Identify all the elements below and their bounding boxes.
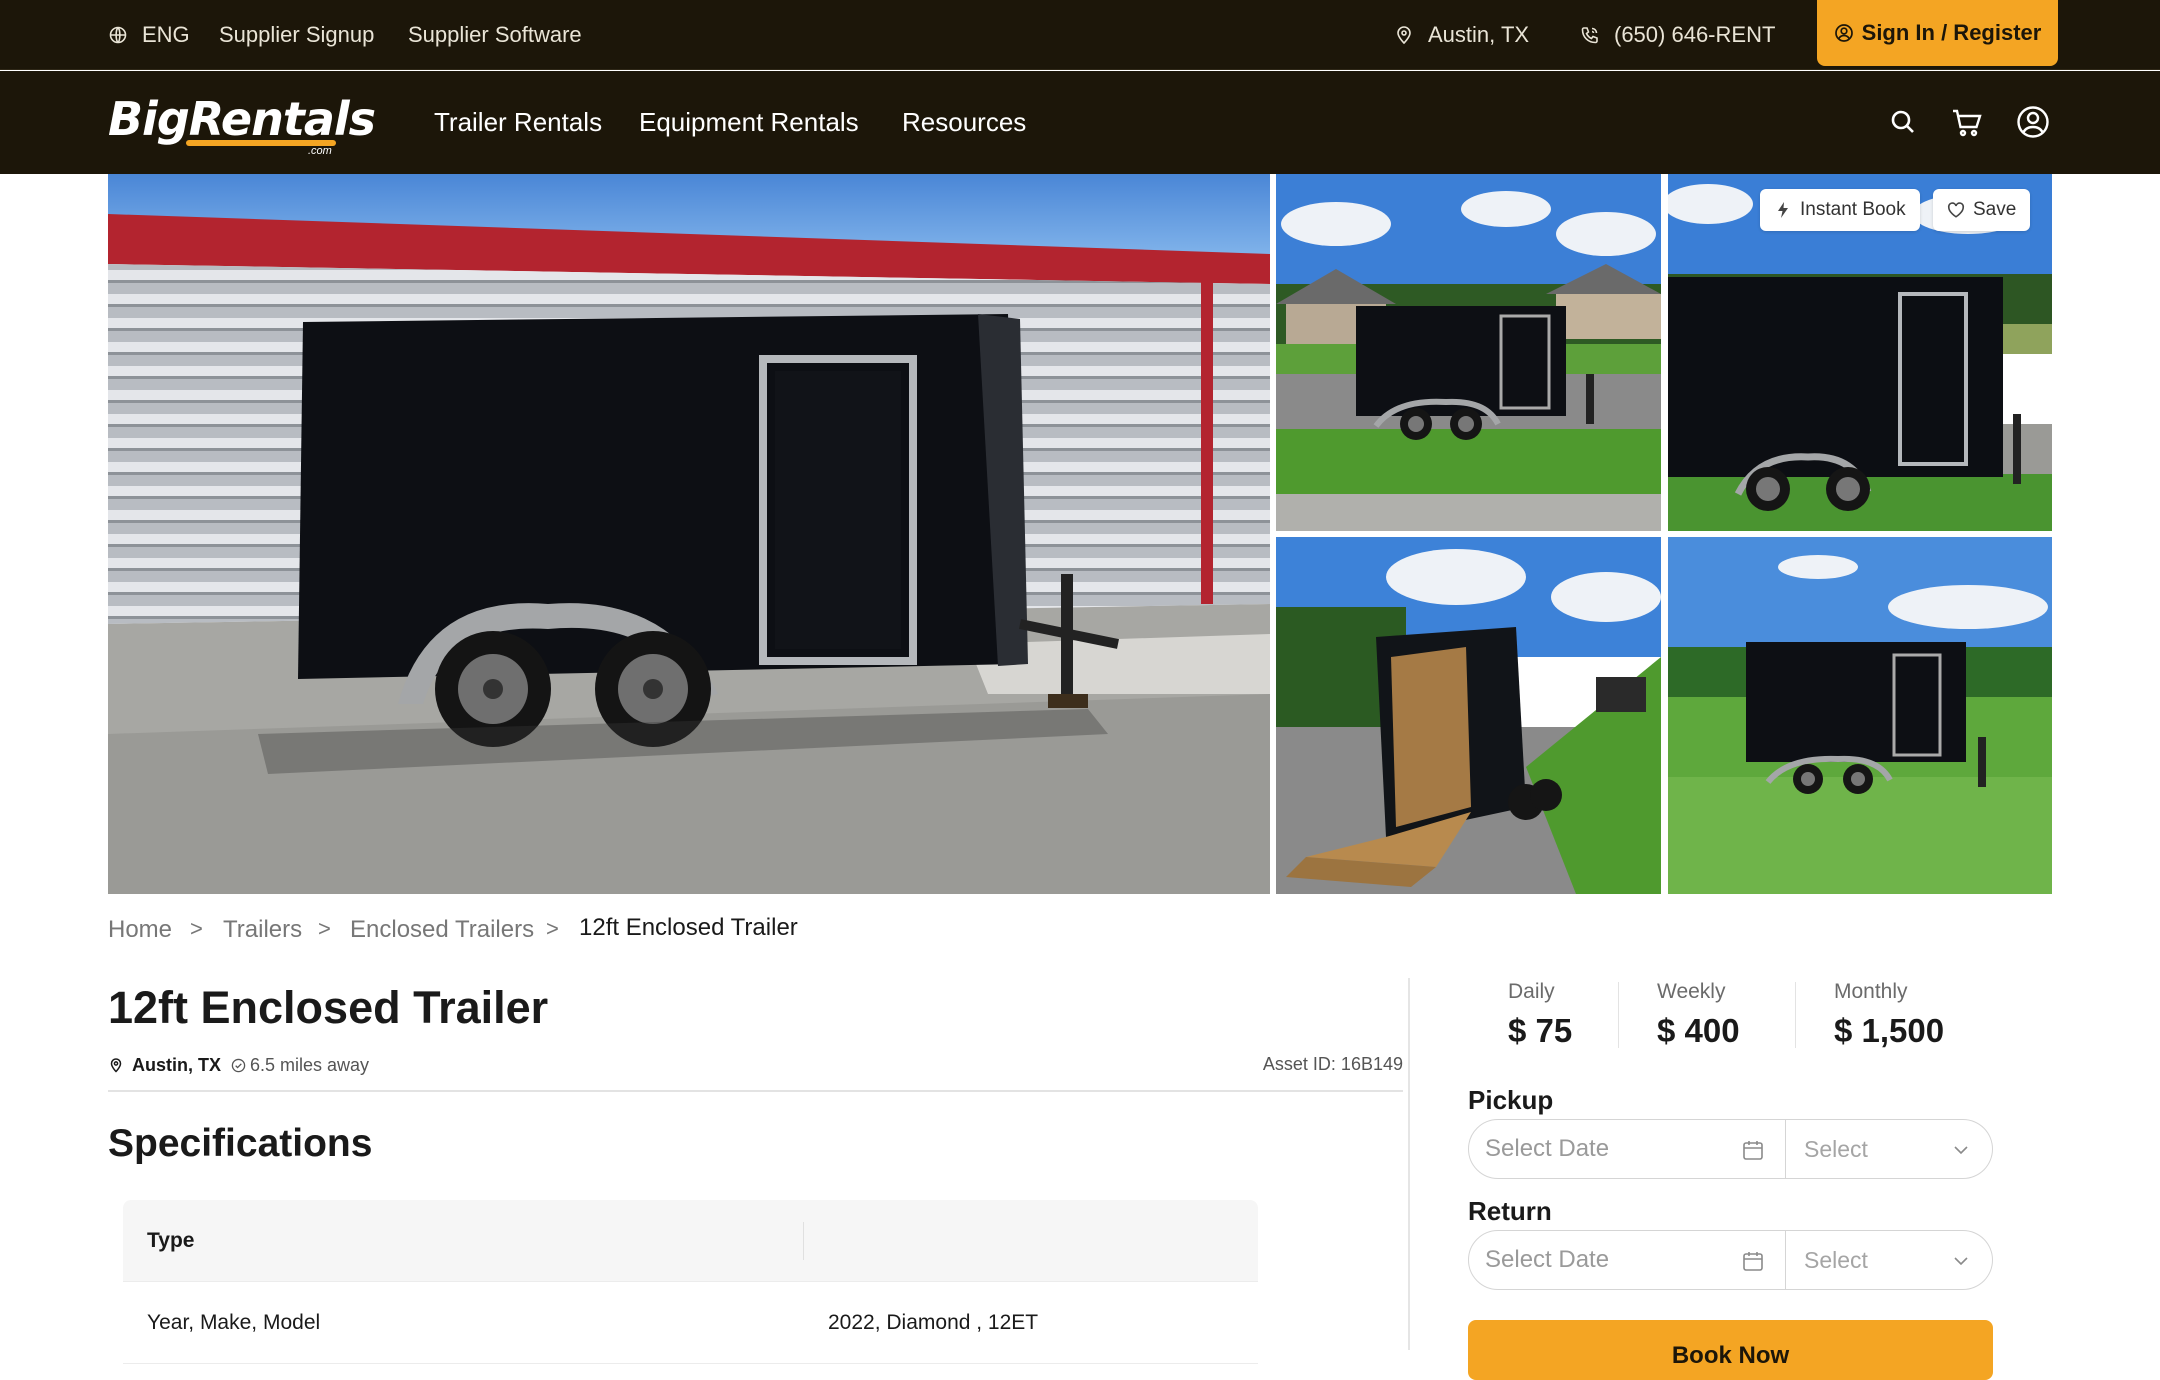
- breadcrumb-current: 12ft Enclosed Trailer: [579, 914, 798, 941]
- asset-id: Asset ID: 16B149: [1262, 1054, 1403, 1074]
- language-selector[interactable]: ENG: [108, 0, 190, 70]
- price-daily: Daily $ 75: [1508, 980, 1572, 1050]
- pickup-time-placeholder: Select: [1804, 1135, 1868, 1162]
- location-label: Austin, TX: [1428, 22, 1530, 47]
- listing-city: Austin, TX: [132, 1054, 221, 1075]
- distance-label: 6.5 miles away: [250, 1054, 370, 1075]
- heart-icon: [1947, 202, 1965, 218]
- supplier-signup-link[interactable]: Supplier Signup: [219, 0, 374, 70]
- price-weekly-label: Weekly: [1657, 980, 1726, 1003]
- nav-trailer-rentals[interactable]: Trailer Rentals: [434, 71, 602, 174]
- breadcrumb-enclosed-trailers[interactable]: Enclosed Trailers: [350, 916, 534, 944]
- account-icon[interactable]: [2016, 105, 2050, 139]
- nav-resources[interactable]: Resources: [902, 71, 1026, 174]
- map-pin-icon: [1397, 26, 1411, 45]
- phone-link[interactable]: (650) 646-RENT: [1580, 0, 1775, 70]
- calendar-icon: [1743, 1141, 1763, 1160]
- save-label: Save: [1973, 199, 2017, 220]
- price-divider: [1618, 982, 1619, 1048]
- search-icon[interactable]: [1888, 105, 1918, 139]
- logo-wordmark: BigRentals: [108, 92, 376, 146]
- price-monthly-value: $ 1,500: [1834, 1012, 1945, 1049]
- logo-suffix: .com: [308, 145, 332, 157]
- nav-equipment-rentals[interactable]: Equipment Rentals: [639, 71, 859, 174]
- gallery-main-photo[interactable]: [108, 174, 1270, 894]
- return-time-placeholder: Select: [1804, 1246, 1868, 1273]
- spec-value: 2022, Diamond , 12ET: [828, 1311, 1039, 1334]
- phone-label: (650) 646-RENT: [1614, 22, 1776, 47]
- return-date-placeholder: Select Date: [1485, 1246, 1610, 1273]
- pickup-date-field[interactable]: Select Date: [1468, 1119, 1786, 1179]
- main-nav: BigRentals .com Trailer Rentals Equipmen…: [0, 71, 2160, 174]
- chevron-down-icon: [1954, 1146, 1968, 1155]
- column-divider: [1408, 978, 1410, 1350]
- section-divider: [108, 1090, 1403, 1092]
- phone-icon: [1581, 27, 1598, 44]
- gallery-photo-2[interactable]: [1276, 174, 1661, 531]
- return-label: Return: [1468, 1196, 1552, 1226]
- breadcrumb-separator: >: [546, 916, 559, 941]
- return-date-field[interactable]: Select Date: [1468, 1230, 1786, 1290]
- breadcrumb-separator: >: [190, 916, 203, 941]
- spec-key: Year, Make, Model: [147, 1311, 321, 1334]
- gallery-photo-5[interactable]: [1668, 537, 2052, 894]
- instant-book-badge: Instant Book: [1760, 189, 1920, 231]
- page-title: 12ft Enclosed Trailer: [108, 982, 549, 1033]
- breadcrumb-separator: >: [318, 916, 331, 941]
- chevron-down-icon: [1954, 1257, 1968, 1266]
- lightning-icon: [1778, 202, 1788, 218]
- specifications-table: Type Year, Make, Model 2022, Diamond , 1…: [123, 1200, 1258, 1364]
- price-monthly: Monthly $ 1,500: [1834, 980, 1944, 1050]
- listing-location: Austin, TX 6.5 miles away: [108, 1054, 369, 1076]
- pickup-date-placeholder: Select Date: [1485, 1135, 1610, 1162]
- instant-book-label: Instant Book: [1800, 199, 1906, 220]
- language-label: ENG: [142, 22, 190, 47]
- price-daily-value: $ 75: [1508, 1012, 1573, 1049]
- listing-distance: 6.5 miles away: [231, 1055, 369, 1076]
- price-weekly-value: $ 400: [1657, 1012, 1740, 1049]
- gallery-photo-4[interactable]: [1276, 537, 1661, 894]
- globe-icon: [109, 26, 127, 44]
- verified-check-icon: [231, 1058, 246, 1072]
- calendar-icon: [1743, 1252, 1763, 1271]
- sign-in-register-button[interactable]: Sign In / Register: [1817, 0, 2058, 66]
- price-daily-label: Daily: [1508, 980, 1555, 1003]
- breadcrumb-trailers[interactable]: Trailers: [223, 916, 302, 944]
- spec-key: Type: [147, 1229, 195, 1252]
- book-now-label: Book Now: [1671, 1342, 1790, 1369]
- supplier-software-link[interactable]: Supplier Software: [408, 0, 582, 70]
- top-utility-bar: ENG Supplier Signup Supplier Software Au…: [0, 0, 2160, 70]
- breadcrumb-home[interactable]: Home: [108, 916, 172, 944]
- cart-icon[interactable]: [1950, 105, 1984, 139]
- table-row: Year, Make, Model 2022, Diamond , 12ET: [123, 1282, 1258, 1364]
- user-circle-icon: [1834, 24, 1853, 42]
- table-row: Type: [123, 1200, 1258, 1282]
- return-time-select[interactable]: Select: [1786, 1230, 1993, 1290]
- pickup-time-select[interactable]: Select: [1786, 1119, 1993, 1179]
- specifications-heading: Specifications: [108, 1122, 373, 1165]
- brand-logo[interactable]: BigRentals .com: [108, 92, 376, 157]
- book-now-button[interactable]: Book Now: [1468, 1320, 1993, 1380]
- save-button[interactable]: Save: [1933, 189, 2031, 231]
- price-weekly: Weekly $ 400: [1657, 980, 1740, 1050]
- map-pin-icon: [110, 1058, 122, 1073]
- column-divider: [803, 1222, 804, 1260]
- sign-in-label: Sign In / Register: [1861, 20, 2042, 45]
- pickup-label: Pickup: [1468, 1085, 1554, 1115]
- price-divider: [1795, 982, 1796, 1048]
- location-selector[interactable]: Austin, TX: [1394, 0, 1529, 70]
- price-monthly-label: Monthly: [1834, 980, 1908, 1003]
